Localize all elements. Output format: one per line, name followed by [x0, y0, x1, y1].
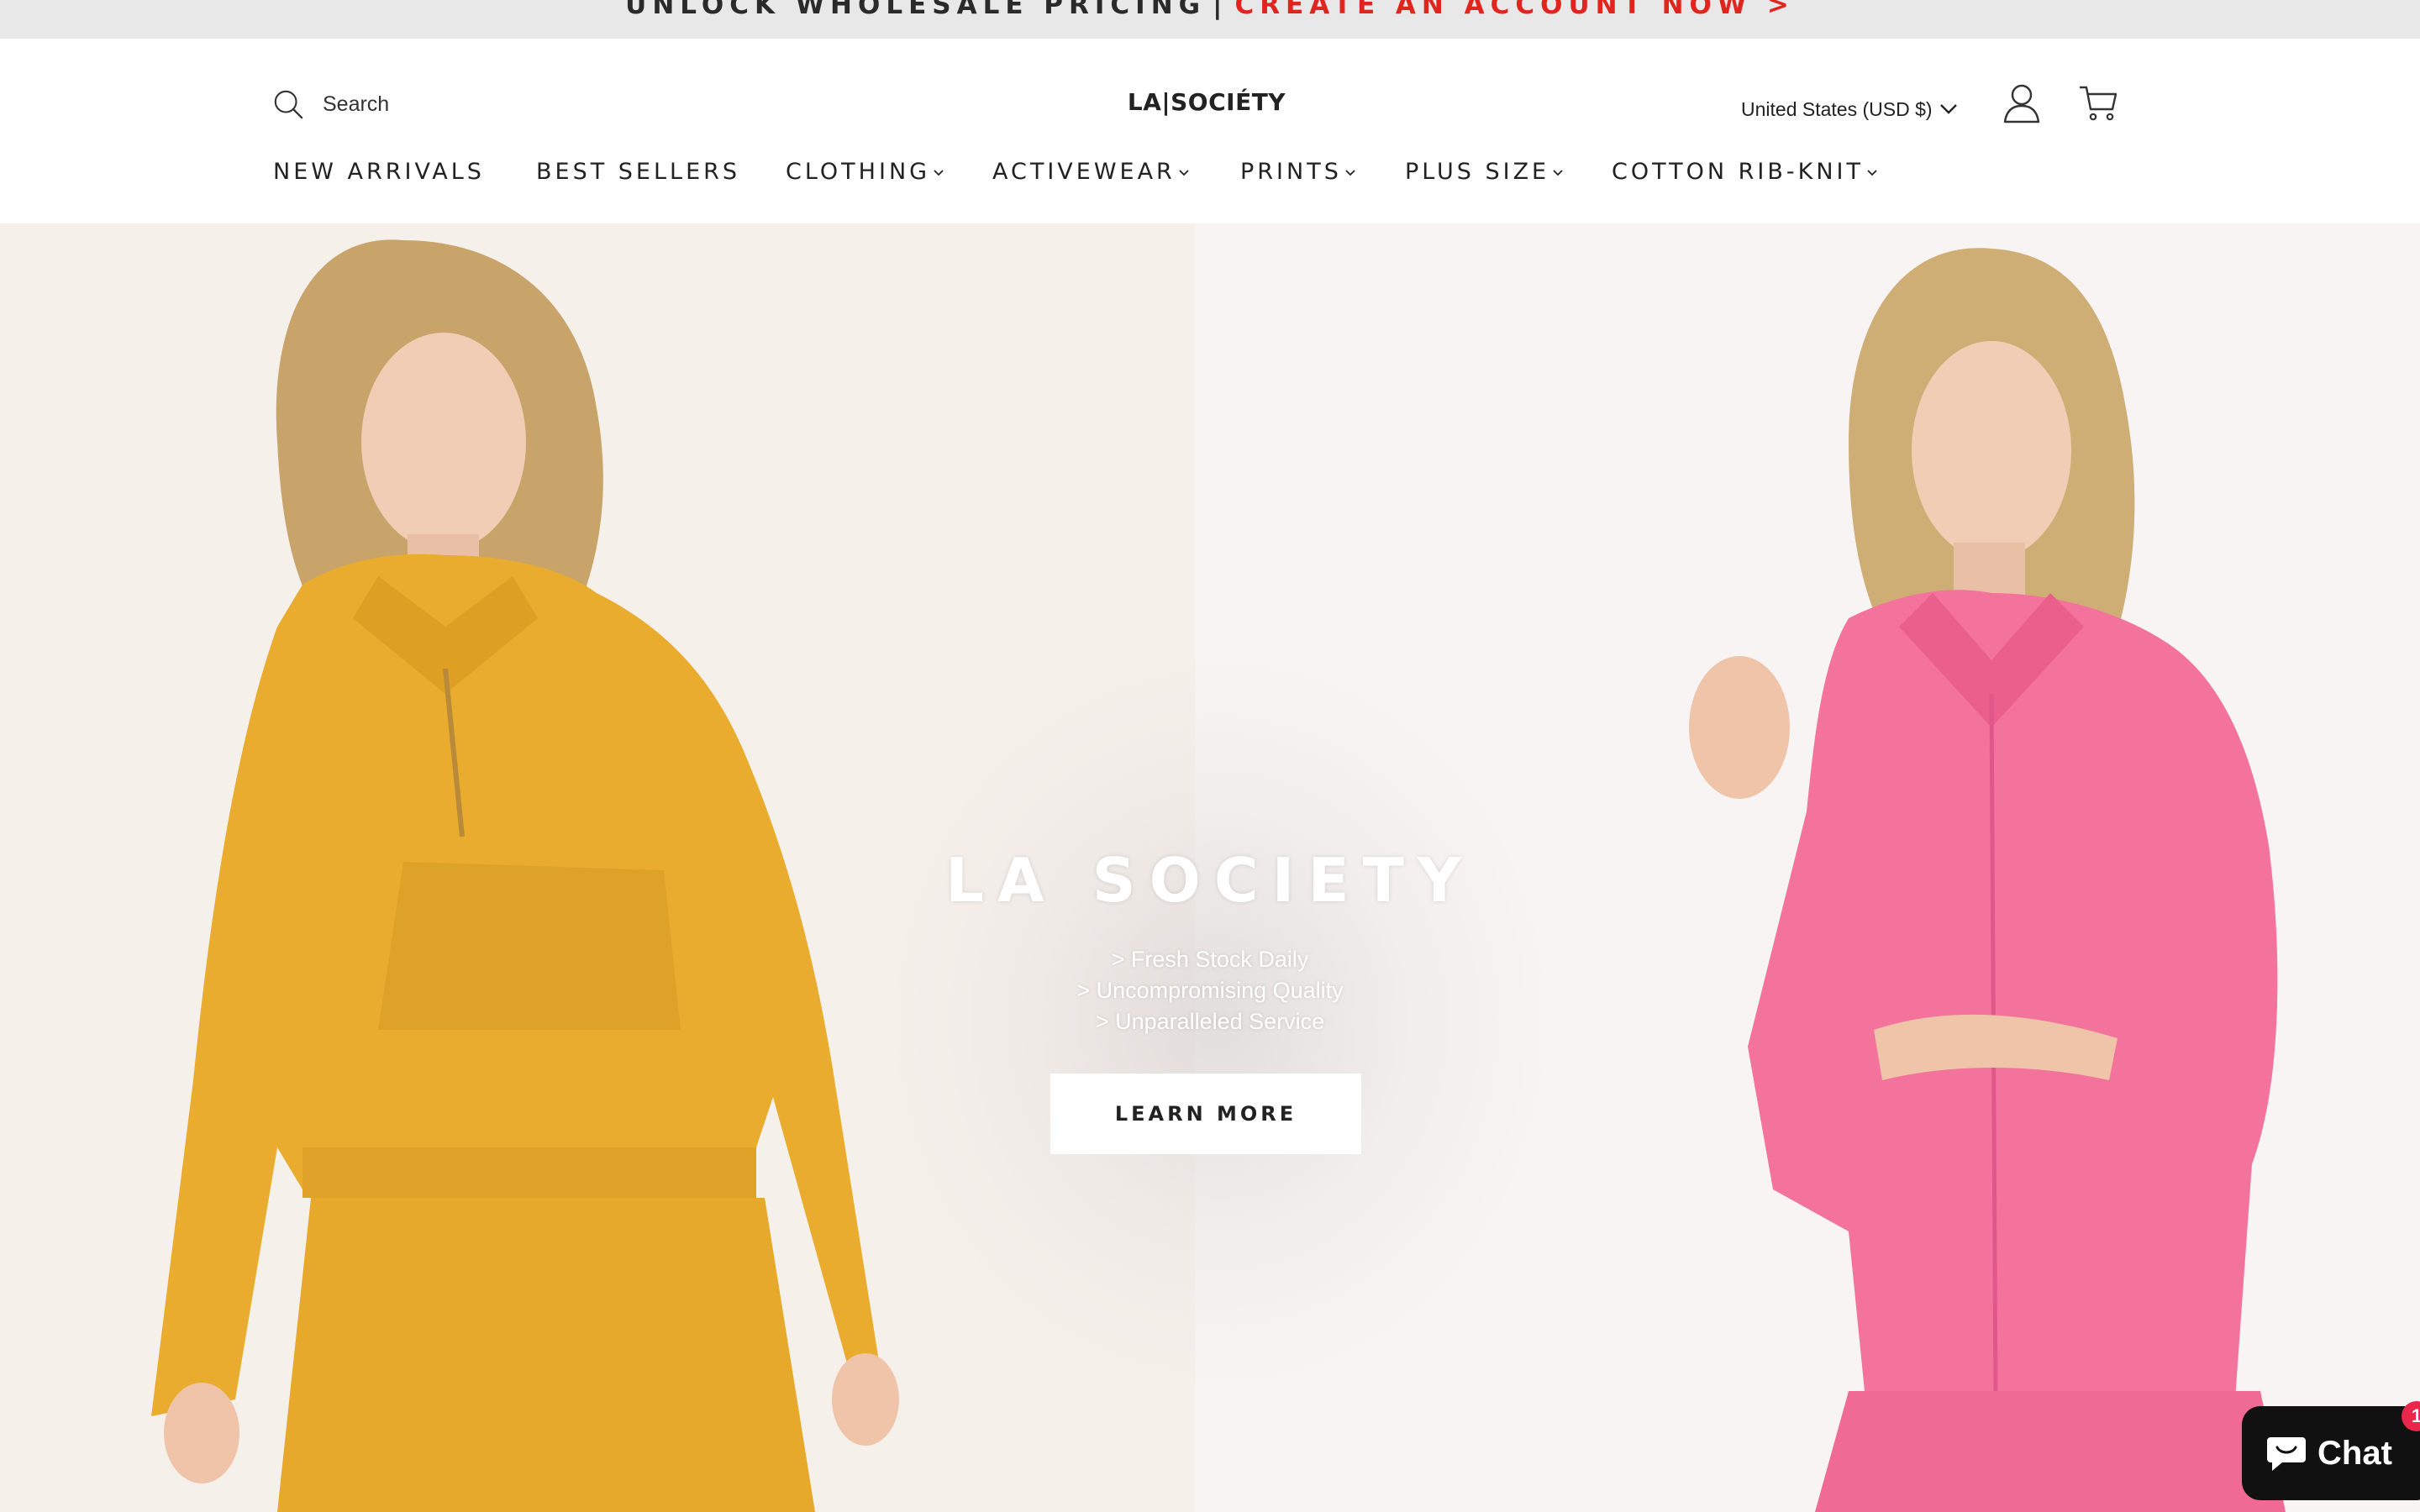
- main-navigation: NEW ARRIVALS BEST SELLERS CLOTHING ACTIV…: [0, 155, 2420, 188]
- announcement-text: UNLOCK WHOLESALE PRICING: [625, 0, 1207, 20]
- nav-item-new-arrivals[interactable]: NEW ARRIVALS: [273, 155, 485, 188]
- announcement-content: UNLOCK WHOLESALE PRICING | CREATE AN ACCOU…: [0, 0, 2420, 22]
- site-header: Search LA|SOCIÉTY United States (USD $) …: [0, 39, 2420, 223]
- nav-label[interactable]: COTTON RIB-KNIT: [1612, 159, 1864, 185]
- nav-label[interactable]: PRINTS: [1240, 159, 1342, 185]
- nav-item-best-sellers[interactable]: BEST SELLERS: [536, 155, 740, 188]
- nav-label[interactable]: NEW ARRIVALS: [273, 159, 485, 185]
- cart-icon[interactable]: [2079, 82, 2119, 123]
- chevron-down-icon: [934, 169, 944, 177]
- nav-label[interactable]: BEST SELLERS: [536, 159, 740, 185]
- search-bar[interactable]: Search: [272, 86, 491, 123]
- learn-more-button[interactable]: LEARN MORE: [1050, 1074, 1361, 1154]
- chevron-down-icon: [1939, 103, 1958, 115]
- currency-label[interactable]: United States (USD $): [1741, 98, 1933, 121]
- hero-bullet: > Unparalleled Service: [1095, 1009, 1325, 1034]
- nav-item-prints[interactable]: PRINTS: [1240, 155, 1355, 188]
- site-logo[interactable]: LA|SOCIÉTY: [1128, 86, 1286, 118]
- chevron-down-icon: [1553, 169, 1563, 177]
- hero-banner[interactable]: LA SOCIETY > Fresh Stock Daily > Uncompr…: [0, 223, 2420, 1512]
- chat-button[interactable]: Chat: [2242, 1406, 2420, 1500]
- create-account-link[interactable]: CREATE AN ACCOUNT NOW >: [1234, 0, 1794, 20]
- search-label[interactable]: Search: [323, 92, 389, 117]
- nav-item-cotton-rib-knit[interactable]: COTTON RIB-KNIT: [1612, 155, 1877, 188]
- currency-selector[interactable]: United States (USD $): [1741, 94, 1958, 124]
- nav-label[interactable]: CLOTHING: [786, 159, 930, 185]
- chevron-down-icon: [1867, 169, 1877, 177]
- search-icon[interactable]: [272, 88, 304, 120]
- hero-title: LA SOCIETY: [945, 845, 1475, 916]
- announcement-separator: |: [1213, 0, 1228, 20]
- announcement-bar: UNLOCK WHOLESALE PRICING | CREATE AN ACCOU…: [0, 0, 2420, 39]
- hero-bullet: > Uncompromising Quality: [1076, 978, 1344, 1003]
- chat-label[interactable]: Chat: [2317, 1435, 2392, 1473]
- hero-bullets: > Fresh Stock Daily > Uncompromising Qua…: [924, 944, 1496, 1037]
- chevron-down-icon: [1179, 169, 1189, 177]
- nav-item-clothing[interactable]: CLOTHING: [786, 155, 944, 188]
- nav-label[interactable]: ACTIVEWEAR: [992, 159, 1176, 185]
- chat-bubble-icon: [2265, 1434, 2307, 1473]
- hero-bullet: > Fresh Stock Daily: [1111, 947, 1309, 972]
- nav-label[interactable]: PLUS SIZE: [1405, 159, 1549, 185]
- chevron-down-icon: [1345, 169, 1355, 177]
- account-icon[interactable]: [2002, 82, 2042, 124]
- nav-item-plus-size[interactable]: PLUS SIZE: [1405, 155, 1563, 188]
- nav-item-activewear[interactable]: ACTIVEWEAR: [992, 155, 1189, 188]
